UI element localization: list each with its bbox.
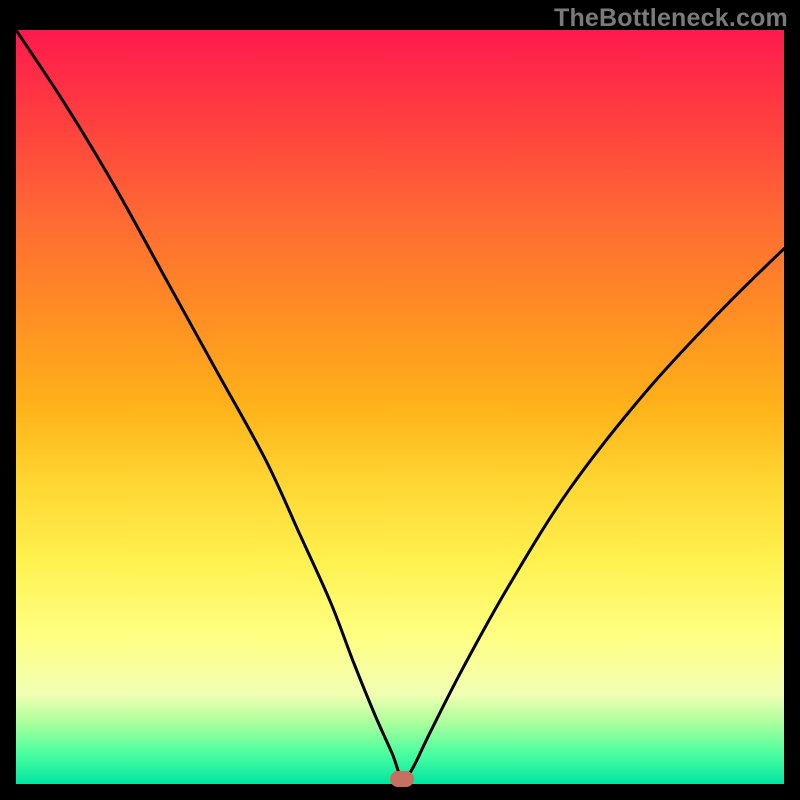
bottleneck-curve bbox=[16, 30, 784, 780]
plot-area bbox=[16, 30, 784, 784]
chart-container: TheBottleneck.com bbox=[0, 0, 800, 800]
minimum-marker bbox=[390, 771, 414, 787]
curve-svg bbox=[16, 30, 784, 784]
watermark-text: TheBottleneck.com bbox=[554, 4, 788, 33]
